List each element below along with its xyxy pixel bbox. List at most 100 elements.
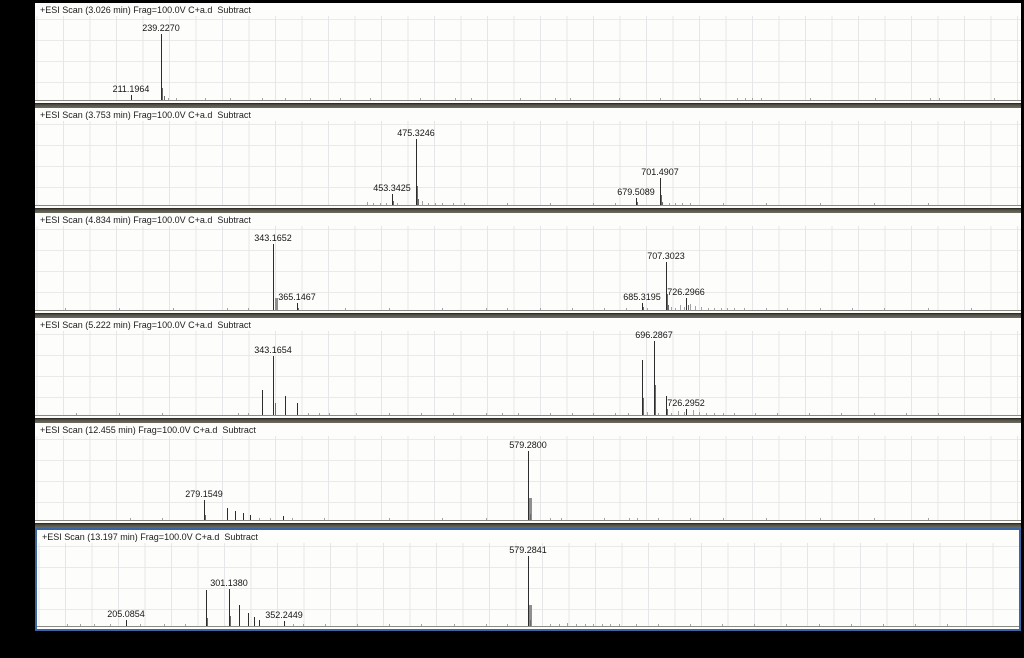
peak [262, 390, 263, 415]
noise-peak [690, 624, 691, 626]
noise-peak [572, 413, 573, 415]
peak-label: 279.1549 [185, 489, 223, 499]
noise-peak [442, 203, 443, 205]
noise-peak [658, 413, 659, 415]
noise-peak [721, 308, 722, 310]
noise-peak [994, 98, 995, 100]
noise-peak [701, 307, 702, 310]
plot-area[interactable]: 211.1964 239.2270 [35, 16, 1021, 101]
noise-peak [303, 624, 304, 626]
plot-area[interactable]: 205.0854 301.1380 352.2449 579.2841 [37, 543, 1019, 627]
peak [230, 616, 231, 626]
peak [643, 307, 644, 310]
peak [131, 95, 132, 100]
noise-peak [370, 98, 371, 100]
noise-peak [928, 203, 929, 205]
noise-peak [938, 413, 939, 415]
noise-peak [357, 624, 358, 626]
noise-peak [550, 624, 551, 626]
spectrum-panel-3[interactable]: +ESI Scan (4.834 min) Frag=100.0V C+a.d … [35, 213, 1021, 313]
noise-peak [507, 308, 508, 310]
noise-peak [550, 518, 551, 520]
noise-peak [939, 98, 940, 100]
noise-peak [453, 413, 454, 415]
peak [283, 516, 284, 520]
peak-label: 211.1964 [112, 84, 150, 94]
noise-peak [227, 308, 228, 310]
noise-peak [690, 304, 691, 310]
noise-peak [947, 624, 948, 626]
noise-peak [561, 518, 562, 520]
noise-peak [708, 308, 709, 310]
noise-peak [610, 624, 611, 626]
noise-peak [675, 308, 676, 310]
noise-peak [761, 98, 762, 100]
noise-peak [76, 413, 77, 415]
noise-peak [695, 306, 696, 310]
noise-peak [325, 624, 326, 626]
spectrum-panel-5[interactable]: +ESI Scan (12.455 min) Frag=100.0V C+a.d… [35, 423, 1021, 523]
noise-peak [629, 518, 630, 520]
noise-peak [356, 413, 357, 415]
noise-peak [380, 203, 381, 205]
noise-peak [420, 98, 421, 100]
peak [298, 308, 299, 310]
peak [126, 620, 127, 626]
noise-peak [67, 624, 68, 626]
noise-peak [819, 624, 820, 626]
noise-peak [389, 624, 390, 626]
noise-peak [238, 413, 239, 415]
noise-peak [745, 98, 746, 100]
noise-peak [262, 98, 263, 100]
noise-peak [604, 518, 605, 520]
noise-peak [464, 203, 465, 205]
peak-label: 453.3425 [373, 183, 411, 193]
noise-peak [671, 413, 672, 415]
peak-label: 365.1467 [278, 292, 316, 302]
noise-peak [428, 203, 429, 205]
noise-peak [205, 98, 206, 100]
noise-peak [455, 98, 456, 100]
peak [637, 202, 638, 205]
noise-peak [585, 624, 586, 626]
noise-peak [647, 308, 648, 310]
noise-peak [520, 98, 521, 100]
noise-peak [442, 518, 443, 520]
noise-peak [173, 308, 174, 310]
noise-peak [727, 308, 728, 310]
noise-peak [502, 413, 503, 415]
noise-peak [660, 98, 661, 100]
noise-peak [80, 624, 81, 626]
spectrum-panel-6[interactable]: +ESI Scan (13.197 min) Frag=100.0V C+a.d… [35, 528, 1021, 631]
noise-peak [285, 98, 286, 100]
noise-peak [248, 308, 249, 310]
noise-peak [669, 203, 670, 205]
spectrum-panel-2[interactable]: +ESI Scan (3.753 min) Frag=100.0V C+a.d … [35, 108, 1021, 208]
noise-peak [319, 413, 320, 415]
noise-peak [559, 624, 560, 626]
peak [273, 356, 274, 415]
plot-area[interactable]: 453.3425 475.3246 679.5089 701.4907 [35, 121, 1021, 206]
spectrum-panel-1[interactable]: +ESI Scan (3.026 min) Frag=100.0V C+a.d … [35, 3, 1021, 103]
noise-peak [628, 413, 629, 415]
spectrum-panel-4[interactable]: +ESI Scan (5.222 min) Frag=100.0V C+a.d … [35, 318, 1021, 418]
noise-peak [810, 98, 811, 100]
peak-label: 726.2966 [667, 287, 705, 297]
noise-peak [714, 308, 715, 310]
plot-area[interactable]: 343.1652 365.1467 685.3195 707.3023 726.2966 [35, 226, 1021, 311]
noise-peak [570, 98, 571, 100]
noise-peak [486, 413, 487, 415]
noise-peak [723, 413, 724, 415]
noise-peak [486, 624, 487, 626]
noise-peak [422, 201, 423, 205]
plot-area[interactable]: 343.1654 696.2867 726.2952 [35, 330, 1021, 416]
peak-label: 239.2270 [142, 23, 180, 33]
noise-peak [140, 624, 141, 626]
noise-peak [119, 413, 120, 415]
plot-area[interactable]: 279.1549 579.2800 [35, 436, 1021, 521]
noise-peak [820, 518, 821, 520]
noise-peak [971, 308, 972, 310]
noise-peak [820, 203, 821, 205]
noise-peak [706, 413, 707, 415]
peak-label: 679.5089 [617, 187, 655, 197]
